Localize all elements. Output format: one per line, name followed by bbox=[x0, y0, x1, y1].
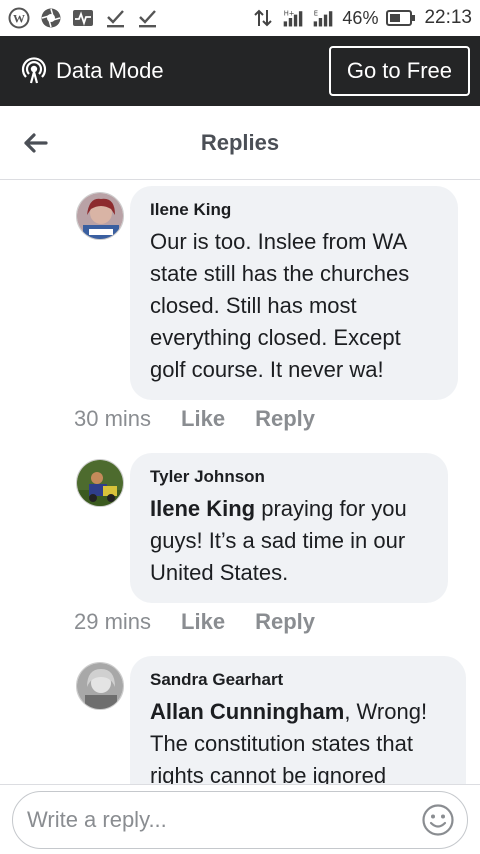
comment-text: Ilene King praying for you guys! It’s a … bbox=[150, 493, 428, 589]
comment-body: Our is too. Inslee from WA state still h… bbox=[150, 229, 410, 382]
broadcast-icon bbox=[20, 57, 48, 85]
avatar[interactable] bbox=[76, 662, 124, 710]
reply-composer bbox=[0, 784, 480, 854]
like-button[interactable]: Like bbox=[181, 406, 225, 432]
reply-input[interactable] bbox=[27, 807, 421, 833]
battery-icon bbox=[386, 7, 416, 29]
mention-link[interactable]: Ilene King bbox=[150, 496, 255, 521]
data-mode-indicator[interactable]: Data Mode bbox=[20, 57, 164, 85]
notification-icons: W bbox=[8, 7, 158, 29]
data-transfer-icon bbox=[252, 7, 274, 29]
reply-input-container[interactable] bbox=[12, 791, 468, 849]
data-mode-bar: Data Mode Go to Free bbox=[0, 36, 480, 106]
page-title: Replies bbox=[200, 129, 280, 155]
aperture-icon bbox=[40, 7, 62, 29]
reply-button[interactable]: Reply bbox=[255, 609, 315, 635]
signal-e-icon: E bbox=[312, 7, 334, 29]
comment-text: Allan Cunningham, Wrong! The constitutio… bbox=[150, 696, 446, 784]
comment-actions: 30 mins Like Reply bbox=[74, 406, 315, 432]
svg-text:H+: H+ bbox=[284, 9, 295, 17]
replies-thread[interactable]: Ilene King Our is too. Inslee from WA st… bbox=[0, 180, 480, 784]
emoji-icon[interactable] bbox=[421, 803, 455, 837]
comment-actions: 29 mins Like Reply bbox=[74, 609, 315, 635]
back-button[interactable] bbox=[0, 106, 70, 180]
go-to-free-button[interactable]: Go to Free bbox=[328, 46, 470, 96]
comment-time: 29 mins bbox=[74, 609, 152, 634]
download-done-icon bbox=[104, 7, 126, 29]
replies-header: Replies bbox=[0, 106, 480, 180]
like-button[interactable]: Like bbox=[181, 609, 225, 635]
svg-text:E: E bbox=[314, 9, 318, 17]
comment-time: 30 mins bbox=[74, 406, 152, 431]
comment-item: Ilene King Our is too. Inslee from WA st… bbox=[76, 186, 476, 426]
clock: 22:13 bbox=[424, 7, 472, 28]
mention-link[interactable]: Allan Cunningham bbox=[150, 699, 344, 724]
comment-bubble[interactable]: Ilene King Our is too. Inslee from WA st… bbox=[130, 186, 458, 400]
status-bar: W H+ E 46% 22:13 bbox=[0, 0, 480, 36]
comment-text: Our is too. Inslee from WA state still h… bbox=[150, 226, 438, 386]
comment-bubble[interactable]: Tyler Johnson Ilene King praying for you… bbox=[130, 453, 448, 603]
reply-button[interactable]: Reply bbox=[255, 406, 315, 432]
comment-author[interactable]: Tyler Johnson bbox=[150, 467, 428, 487]
avatar[interactable] bbox=[76, 459, 124, 507]
activity-icon bbox=[72, 7, 94, 29]
svg-text:W: W bbox=[13, 12, 25, 26]
comment-author[interactable]: Ilene King bbox=[150, 200, 438, 220]
data-mode-label: Data Mode bbox=[56, 58, 164, 83]
avatar[interactable] bbox=[76, 192, 124, 240]
comment-bubble[interactable]: Sandra Gearhart Allan Cunningham, Wrong!… bbox=[130, 656, 466, 784]
battery-percent: 46% bbox=[342, 7, 379, 28]
comment-item: Sandra Gearhart Allan Cunningham, Wrong!… bbox=[76, 656, 476, 784]
system-status: H+ E 46% 22:13 bbox=[252, 7, 472, 29]
signal-h-icon: H+ bbox=[282, 7, 304, 29]
download-done-icon bbox=[136, 7, 158, 29]
comment-author[interactable]: Sandra Gearhart bbox=[150, 670, 446, 690]
wordpress-icon: W bbox=[8, 7, 30, 29]
arrow-left-icon bbox=[22, 132, 48, 154]
comment-item: Tyler Johnson Ilene King praying for you… bbox=[76, 453, 476, 603]
